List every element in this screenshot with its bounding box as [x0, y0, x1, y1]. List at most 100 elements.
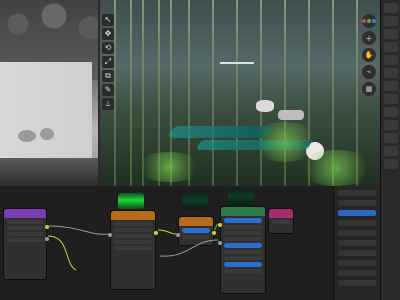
perspective-icon[interactable]: ▦ — [362, 82, 376, 96]
node-pill[interactable] — [224, 243, 262, 248]
property-row[interactable] — [338, 190, 376, 196]
node-field[interactable] — [7, 226, 43, 230]
node-field[interactable] — [224, 225, 262, 229]
transform-icon[interactable]: ⧉ — [102, 70, 114, 82]
object-tab[interactable] — [384, 81, 398, 91]
property-row-selected[interactable] — [338, 210, 376, 216]
data-tab[interactable] — [384, 146, 398, 156]
annotate-icon[interactable]: ✎ — [102, 84, 114, 96]
node-pill[interactable] — [224, 262, 262, 267]
node-field[interactable] — [7, 220, 43, 224]
node-pill[interactable] — [224, 218, 262, 223]
node-field[interactable] — [224, 231, 262, 235]
x-axis-dot — [362, 19, 366, 23]
node-title — [111, 211, 155, 220]
node-pill[interactable] — [182, 228, 210, 233]
property-row[interactable] — [338, 250, 376, 256]
chair — [256, 100, 274, 112]
output-socket[interactable] — [154, 231, 158, 235]
move-icon[interactable]: ✥ — [102, 28, 114, 40]
bamboo-stalk — [212, 0, 214, 186]
cursor-icon[interactable]: ↖ — [102, 14, 114, 26]
bamboo-stalk — [236, 0, 238, 186]
output-socket[interactable] — [45, 237, 49, 241]
node-link — [47, 235, 77, 271]
node-field[interactable] — [7, 232, 43, 236]
measure-icon[interactable]: ⟂ — [102, 98, 114, 110]
node-field[interactable] — [114, 246, 152, 250]
left-viewport[interactable] — [0, 0, 98, 186]
axis-gizmo-icon[interactable] — [362, 14, 376, 28]
shader-node[interactable] — [108, 210, 158, 290]
node-field[interactable] — [272, 220, 290, 224]
light-patch — [296, 150, 376, 186]
tool-tab[interactable] — [384, 3, 398, 13]
z-axis-dot — [372, 19, 376, 23]
node-field[interactable] — [114, 234, 152, 238]
left-wall — [0, 62, 92, 158]
properties-panel[interactable] — [333, 186, 380, 300]
shader-node[interactable] — [268, 208, 294, 234]
property-row[interactable] — [338, 230, 376, 236]
node-preview-thumbnail — [228, 189, 254, 205]
property-row[interactable] — [338, 280, 376, 286]
input-socket[interactable] — [218, 241, 222, 245]
node-field[interactable] — [114, 222, 152, 226]
scene-tab[interactable] — [384, 55, 398, 65]
hand-icon[interactable]: ✋ — [362, 48, 376, 62]
main-viewport[interactable]: ↖ ✥ ⟲ ⤢ ⧉ ✎ ⟂ + ✋ ⌁ ▦ — [98, 0, 382, 186]
navigation-gizmos: + ✋ ⌁ ▦ — [362, 14, 376, 96]
output-socket[interactable] — [45, 225, 49, 229]
shader-node[interactable] — [176, 216, 216, 246]
bamboo-stalk — [260, 0, 262, 186]
bench — [278, 110, 304, 120]
node-body — [269, 218, 293, 226]
bamboo-stalk — [130, 0, 132, 186]
node-body — [179, 226, 213, 241]
property-row[interactable] — [338, 220, 376, 226]
node-field[interactable] — [114, 228, 152, 232]
render-tab[interactable] — [384, 16, 398, 26]
node-editor[interactable] — [0, 186, 380, 300]
property-row[interactable] — [338, 260, 376, 266]
node-field[interactable] — [114, 240, 152, 244]
constraints-tab[interactable] — [384, 133, 398, 143]
right-properties-strip[interactable] — [380, 0, 400, 300]
node-body — [221, 216, 265, 275]
rotate-icon[interactable]: ⟲ — [102, 42, 114, 54]
node-field[interactable] — [224, 256, 262, 260]
input-socket[interactable] — [176, 233, 180, 237]
property-row[interactable] — [338, 270, 376, 276]
node-body — [111, 220, 155, 252]
rock — [40, 128, 54, 140]
output-tab[interactable] — [384, 29, 398, 39]
input-socket[interactable] — [218, 223, 222, 227]
node-field[interactable] — [182, 235, 210, 239]
ground — [0, 158, 98, 186]
node-field[interactable] — [7, 238, 43, 242]
node-field[interactable] — [224, 269, 262, 273]
particles-tab[interactable] — [384, 107, 398, 117]
shader-node[interactable] — [218, 206, 266, 294]
property-row[interactable] — [338, 240, 376, 246]
node-field[interactable] — [224, 237, 262, 241]
input-socket[interactable] — [108, 233, 112, 237]
view-layer-tab[interactable] — [384, 42, 398, 52]
property-row[interactable] — [338, 200, 376, 206]
modifier-tab[interactable] — [384, 94, 398, 104]
shader-node[interactable] — [3, 208, 49, 280]
tool-bar: ↖ ✥ ⟲ ⤢ ⧉ ✎ ⟂ — [102, 14, 114, 110]
y-axis-dot — [367, 19, 371, 23]
node-title — [4, 209, 46, 218]
output-socket[interactable] — [212, 231, 216, 235]
world-tab[interactable] — [384, 68, 398, 78]
node-preview-thumbnail — [182, 193, 208, 209]
node-preview-thumbnail — [118, 193, 144, 209]
scale-icon[interactable]: ⤢ — [102, 56, 114, 68]
material-tab[interactable] — [384, 159, 398, 169]
camera-icon[interactable]: ⌁ — [362, 65, 376, 79]
physics-tab[interactable] — [384, 120, 398, 130]
node-title — [179, 217, 213, 226]
node-field[interactable] — [224, 250, 262, 254]
zoom-icon[interactable]: + — [362, 31, 376, 45]
